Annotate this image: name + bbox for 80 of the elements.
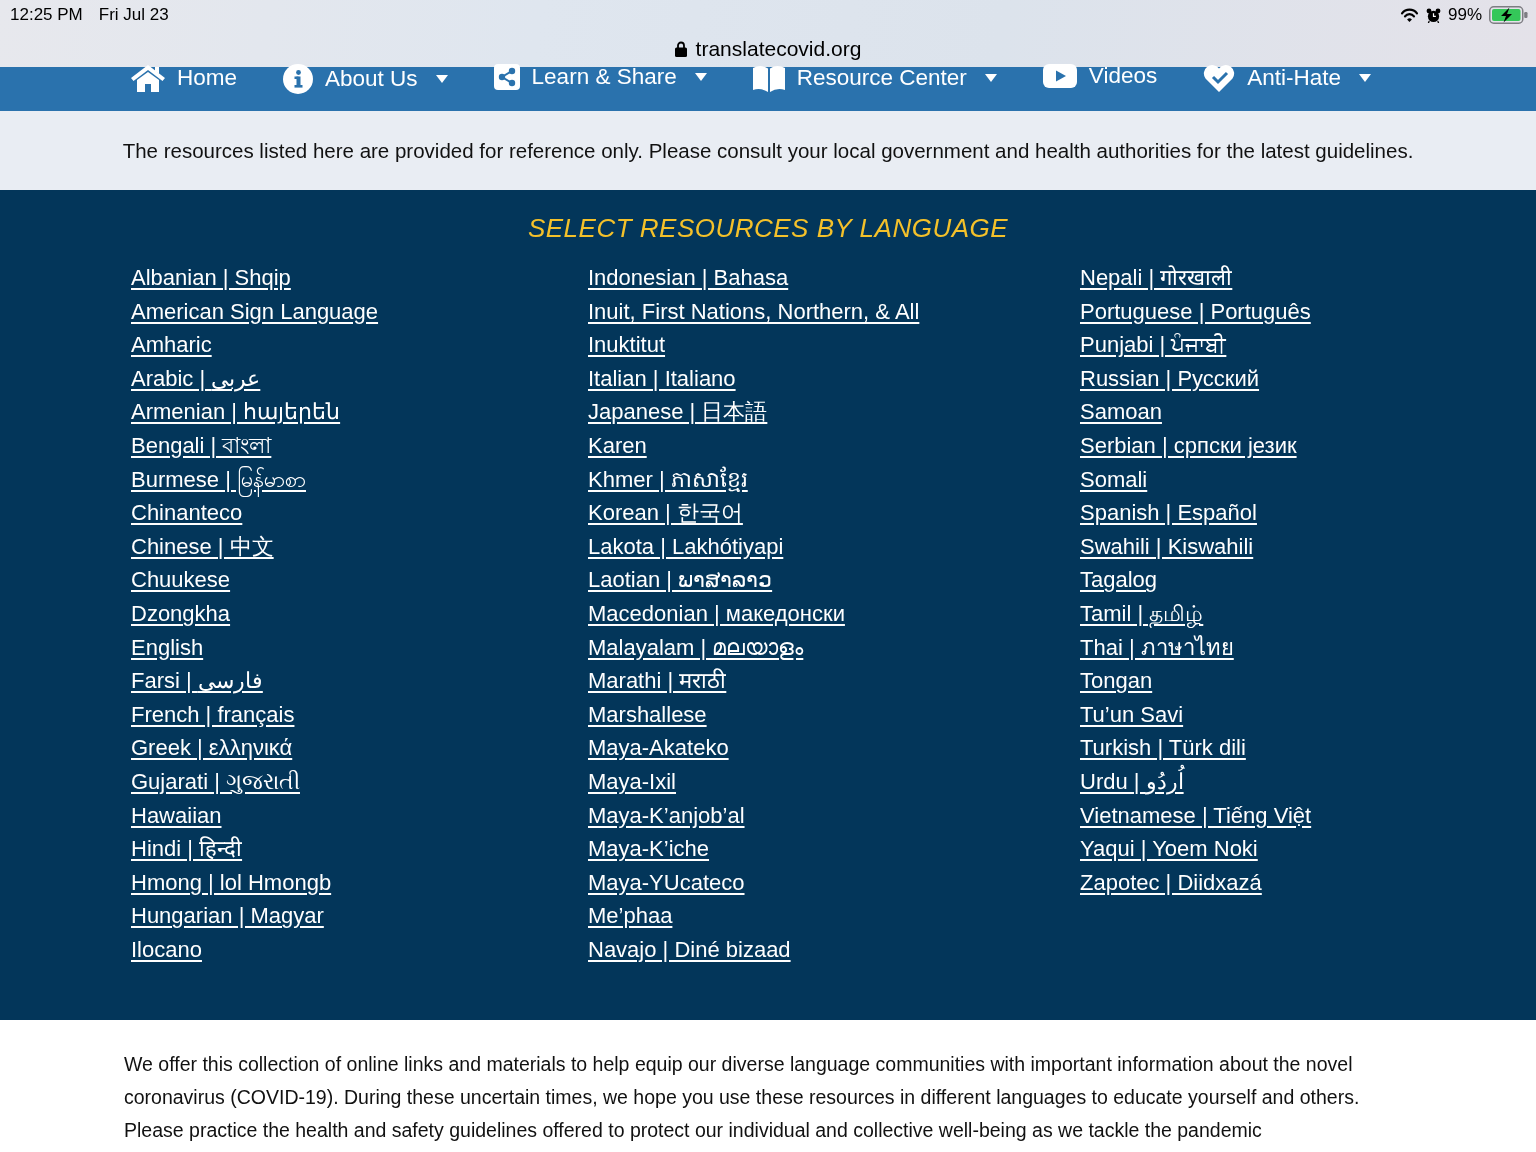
- language-link[interactable]: Ilocano: [131, 932, 202, 967]
- language-link[interactable]: Tu’un Savi: [1080, 697, 1184, 732]
- status-time: 12:25 PM: [10, 5, 83, 25]
- nav-link[interactable]: Home: [131, 64, 238, 92]
- language-link[interactable]: Hmong | lol Hmongb: [131, 865, 332, 900]
- language-link[interactable]: Italian | Italiano: [588, 361, 736, 396]
- language-link[interactable]: Tamil | தமிழ்: [1080, 596, 1204, 631]
- language-link[interactable]: Marshallese: [588, 697, 707, 732]
- nav-link[interactable]: Resource Center: [752, 64, 997, 92]
- language-link[interactable]: Nepali | गोरखाली: [1080, 261, 1233, 295]
- battery-charging-icon: [1489, 6, 1528, 24]
- language-link[interactable]: Greek | ελληνικά: [131, 731, 293, 765]
- language-link[interactable]: Urdu | اُردُو: [1080, 764, 1184, 799]
- language-link[interactable]: Bengali | বাংলা: [131, 428, 272, 463]
- intro-paragraph: We offer this collection of online links and materials to help equip our diverse language communities with important information about the novel coronavirus (COVID-19). During these uncertain times, we hope you use these resources in different languages to educate yourself and others. Please practice the health and safety guidelines offered to protect our individual and collective well-being as we tackle the pandemic: [124, 1052, 1361, 1143]
- language-link[interactable]: Hawaiian: [131, 798, 222, 833]
- language-link[interactable]: Turkish | Türk dili: [1080, 731, 1246, 765]
- language-link[interactable]: French | français: [131, 697, 295, 732]
- language-link[interactable]: Tongan: [1080, 664, 1153, 698]
- language-link[interactable]: Punjabi | ਪੰਜਾਬੀ: [1080, 328, 1227, 362]
- language-link[interactable]: Gujarati | ગુજરાતી: [131, 764, 300, 799]
- language-link[interactable]: Maya-K’anjob’al: [588, 798, 745, 833]
- language-link[interactable]: Indonesian | Bahasa: [588, 261, 789, 295]
- language-link[interactable]: Swahili | Kiswahili: [1080, 529, 1254, 564]
- language-link[interactable]: Somali: [1080, 462, 1148, 497]
- notice-text: The resources listed here are provided for reference only. Please consult your local government and health authorities for the latest guidelines.: [122, 137, 1414, 164]
- language-link[interactable]: English: [131, 630, 204, 665]
- language-link[interactable]: Arabic | عربى: [131, 361, 261, 396]
- battery-percentage: 99%: [1447, 5, 1482, 25]
- language-link[interactable]: Hungarian | Magyar: [131, 899, 324, 933]
- language-link[interactable]: Yaqui | Yoem Noki: [1080, 832, 1258, 866]
- language-link[interactable]: Serbian | српски језик: [1080, 428, 1297, 463]
- book-icon: [752, 64, 785, 92]
- language-link[interactable]: Khmer | ភាសាខ្មែរ: [588, 462, 748, 497]
- language-link[interactable]: Vietnamese | Tiếng Việt: [1080, 798, 1312, 833]
- language-link[interactable]: Korean | 한국어: [588, 496, 743, 530]
- language-link[interactable]: Samoan: [1080, 395, 1162, 429]
- language-link[interactable]: Maya-K’iche: [588, 832, 710, 866]
- wifi-icon: [1399, 8, 1419, 22]
- nav-link[interactable]: Learn & Share: [493, 64, 707, 90]
- language-link[interactable]: Inuktitut: [588, 328, 666, 362]
- language-link[interactable]: Macedonian | македонски: [588, 596, 845, 631]
- language-link[interactable]: Dzongkha: [131, 596, 231, 631]
- lock-icon: [674, 40, 687, 57]
- language-link[interactable]: Lakota | Lakhótiyapi: [588, 529, 784, 564]
- language-link[interactable]: Navajo | Diné bizaad: [588, 932, 791, 967]
- address-bar[interactable]: translatecovid.org: [674, 36, 862, 61]
- language-link[interactable]: Marathi | मराठी: [588, 664, 727, 698]
- language-link[interactable]: Malayalam | മലയാളം: [588, 630, 804, 665]
- language-link[interactable]: American Sign Language: [131, 294, 379, 329]
- language-link[interactable]: Farsi | فارسی: [131, 664, 263, 698]
- nav-link[interactable]: About Us: [283, 64, 448, 94]
- status-date: Fri Jul 23: [98, 5, 169, 25]
- language-link[interactable]: Chinanteco: [131, 496, 243, 530]
- language-link[interactable]: Me’phaa: [588, 899, 673, 933]
- language-link[interactable]: Maya-Akateko: [588, 731, 729, 765]
- language-link[interactable]: Inuit, First Nations, Northern, & All: [588, 294, 920, 329]
- language-link[interactable]: Laotian | ພາສາລາວ: [588, 563, 773, 597]
- language-link[interactable]: Amharic: [131, 328, 212, 362]
- language-link[interactable]: Maya-Ixil: [588, 764, 676, 799]
- language-link[interactable]: Spanish | Español: [1080, 496, 1257, 530]
- language-link[interactable]: Albanian | Shqip: [131, 261, 291, 295]
- house-icon: [131, 64, 165, 92]
- language-link[interactable]: Karen: [588, 428, 647, 463]
- language-link[interactable]: Chuukese: [131, 563, 231, 597]
- language-link[interactable]: Russian | Русский: [1080, 361, 1260, 396]
- language-link[interactable]: Chinese | 中文: [131, 529, 274, 564]
- section-title: SELECT RESOURCES BY LANGUAGE: [526, 212, 1010, 245]
- language-link[interactable]: Armenian | հայերեն: [131, 395, 341, 429]
- language-link[interactable]: Thai | ภาษาไทย: [1080, 630, 1234, 665]
- nav-link[interactable]: Videos: [1042, 64, 1158, 88]
- language-link[interactable]: Zapotec | Diidxazá: [1080, 865, 1262, 900]
- language-link[interactable]: Hindi | हिन्दी: [131, 832, 243, 866]
- language-link[interactable]: Maya-YUcateco: [588, 865, 745, 900]
- language-link[interactable]: Portuguese | Português: [1080, 294, 1311, 329]
- alarm-clock-icon: [1425, 7, 1441, 23]
- language-link[interactable]: Japanese | 日本語: [588, 395, 768, 429]
- nav-link[interactable]: Anti-Hate: [1203, 64, 1371, 92]
- language-link[interactable]: Burmese | မြန်မာစာ: [131, 462, 306, 497]
- language-link[interactable]: Tagalog: [1080, 563, 1158, 597]
